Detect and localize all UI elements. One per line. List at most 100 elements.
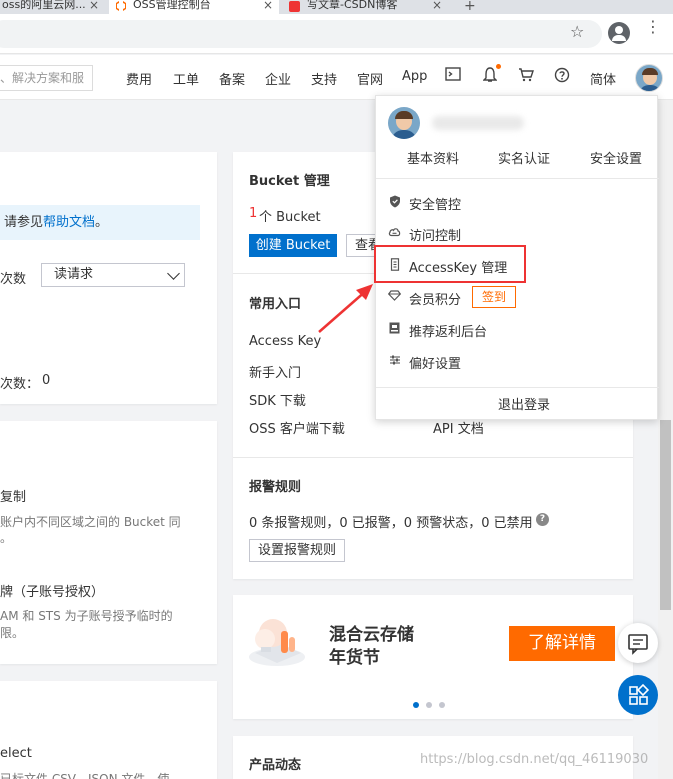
tab-security-settings[interactable]: 安全设置 xyxy=(590,148,642,167)
request-type-select[interactable]: 读请求 xyxy=(41,263,185,287)
watermark: https://blog.csdn.net/qq_46119030 xyxy=(420,752,649,767)
cart-icon[interactable] xyxy=(517,67,535,85)
shield-icon xyxy=(388,195,401,208)
apps-button[interactable] xyxy=(618,675,658,715)
gift-icon xyxy=(388,322,401,335)
url-input[interactable] xyxy=(0,20,602,48)
sign-in-button[interactable]: 签到 xyxy=(472,286,516,308)
nav-tickets[interactable]: 工单 xyxy=(173,69,199,88)
menu-item-label: 访问控制 xyxy=(409,229,462,244)
divider xyxy=(233,457,633,458)
carousel-dot[interactable] xyxy=(426,702,432,708)
aliyun-logo-icon xyxy=(115,1,127,11)
nav-official-site[interactable]: 官网 xyxy=(357,69,383,88)
set-alarm-rule-button[interactable]: 设置报警规则 xyxy=(249,539,346,562)
bell-icon[interactable] xyxy=(481,67,499,85)
menu-item-label: 安全管控 xyxy=(409,198,462,213)
menu-item-label: 推荐返利后台 xyxy=(409,325,488,340)
count-value: 0 xyxy=(42,373,51,388)
feature-desc: 。 xyxy=(0,531,13,545)
menu-item-referral-rebate[interactable]: 推荐返利后台 xyxy=(376,313,659,345)
tab-title: OSS管理控制台 xyxy=(133,0,211,11)
alarm-title: 报警规则 xyxy=(249,480,302,495)
help-icon[interactable]: ? xyxy=(536,513,549,526)
divider xyxy=(376,178,659,179)
product-news-title: 产品动态 xyxy=(249,758,302,773)
search-input[interactable]: 、解决方案和服 xyxy=(0,65,93,91)
carousel-dots xyxy=(413,697,452,712)
logout-link[interactable]: 退出登录 xyxy=(498,394,550,413)
entry-getting-started[interactable]: 新手入门 xyxy=(249,362,301,381)
dropdown-avatar xyxy=(388,107,420,139)
banner-line2: 年货节 xyxy=(329,648,380,668)
chevron-down-icon xyxy=(167,267,180,280)
entry-sdk-download[interactable]: SDK 下载 xyxy=(249,390,306,409)
menu-item-label: 偏好设置 xyxy=(409,357,462,372)
notification-dot xyxy=(496,64,501,69)
menu-item-preferences[interactable]: 偏好设置 xyxy=(376,345,659,377)
carousel-dot[interactable] xyxy=(439,702,445,708)
divider xyxy=(376,387,659,388)
browser-profile-icon[interactable] xyxy=(608,22,630,44)
sliders-icon xyxy=(388,354,401,367)
help-info-band: 请参见帮助文档。 xyxy=(0,205,200,240)
count-label: 次数 xyxy=(0,272,27,287)
feature-desc: 限。 xyxy=(0,626,25,640)
new-tab-icon[interactable]: + xyxy=(464,0,476,14)
tab-title: oss的阿里云网... xyxy=(2,0,86,11)
info-text: 请参见 xyxy=(4,215,44,230)
nav-language[interactable]: 简体 xyxy=(590,69,616,88)
user-avatar[interactable] xyxy=(635,64,663,92)
apps-grid-icon xyxy=(629,683,650,705)
close-icon[interactable]: × xyxy=(432,0,442,11)
feature-title-replication[interactable]: 复制 xyxy=(0,486,26,505)
menu-item-member-points[interactable]: 会员积分 xyxy=(376,281,659,313)
feature-desc: AM 和 STS 为子账号授予临时的 xyxy=(0,609,173,623)
nav-app[interactable]: App xyxy=(402,69,427,84)
browser-tab[interactable]: 写文章-CSDN博客 × xyxy=(283,0,448,14)
storage-illustration-icon xyxy=(245,609,310,669)
annotation-highlight-box xyxy=(374,245,526,283)
cloud-icon xyxy=(388,226,401,239)
close-icon[interactable]: × xyxy=(89,0,99,11)
scrollbar-thumb[interactable] xyxy=(660,420,671,610)
entry-client-download[interactable]: OSS 客户端下载 xyxy=(249,418,345,437)
create-bucket-button[interactable]: 创建 Bucket xyxy=(249,234,337,257)
close-icon[interactable]: × xyxy=(263,0,273,11)
select-value: 读请求 xyxy=(54,267,94,282)
browser-menu-icon[interactable]: ⋮ xyxy=(645,19,661,35)
tab-real-name[interactable]: 实名认证 xyxy=(498,148,550,167)
nav-icp[interactable]: 备案 xyxy=(219,69,245,88)
console-top-nav: 、解决方案和服 费用 工单 备案 企业 支持 官网 App 简体 xyxy=(0,55,673,100)
feature-title-select[interactable]: elect xyxy=(0,746,32,761)
nav-support[interactable]: 支持 xyxy=(311,69,337,88)
help-doc-link[interactable]: 帮助文档 xyxy=(43,215,95,230)
menu-item-label: 会员积分 xyxy=(409,293,462,308)
tab-basic-info[interactable]: 基本资料 xyxy=(407,148,459,167)
banner-line1: 混合云存储 xyxy=(329,625,414,645)
nav-enterprise[interactable]: 企业 xyxy=(265,69,291,88)
browser-tab-active[interactable]: OSS管理控制台 × xyxy=(109,0,279,14)
learn-more-button[interactable]: 了解详情 xyxy=(509,626,615,661)
menu-item-security-control[interactable]: 安全管控 xyxy=(376,186,659,218)
chat-button[interactable] xyxy=(618,623,658,663)
feature-title-token[interactable]: 牌（子账号授权） xyxy=(0,581,104,600)
count-label-2: 次数： xyxy=(0,377,40,392)
bookmark-star-icon[interactable]: ☆ xyxy=(570,22,584,41)
annotation-arrow-icon xyxy=(318,284,373,333)
left-card-select xyxy=(0,681,217,779)
terminal-icon[interactable] xyxy=(444,67,462,85)
alarm-summary: 0 条报警规则，0 已报警，0 预警状态，0 已禁用 xyxy=(249,516,533,531)
tab-title: 写文章-CSDN博客 xyxy=(307,0,398,11)
entry-api-doc[interactable]: API 文档 xyxy=(433,418,484,437)
nav-fees[interactable]: 费用 xyxy=(126,69,152,88)
bucket-count: 1 xyxy=(249,206,258,221)
help-icon[interactable] xyxy=(553,67,571,85)
browser-tab-bar: oss的阿里云网... × OSS管理控制台 × 写文章-CSDN博客 × + xyxy=(0,0,673,14)
carousel-dot[interactable] xyxy=(413,702,419,708)
blurred-username xyxy=(432,116,524,130)
entry-access-key[interactable]: Access Key xyxy=(249,334,321,349)
browser-tab[interactable]: oss的阿里云网... × xyxy=(0,0,105,14)
bucket-title: Bucket 管理 xyxy=(249,174,330,189)
feature-desc: 账户内不同区域之间的 Bucket 同 xyxy=(0,515,181,529)
